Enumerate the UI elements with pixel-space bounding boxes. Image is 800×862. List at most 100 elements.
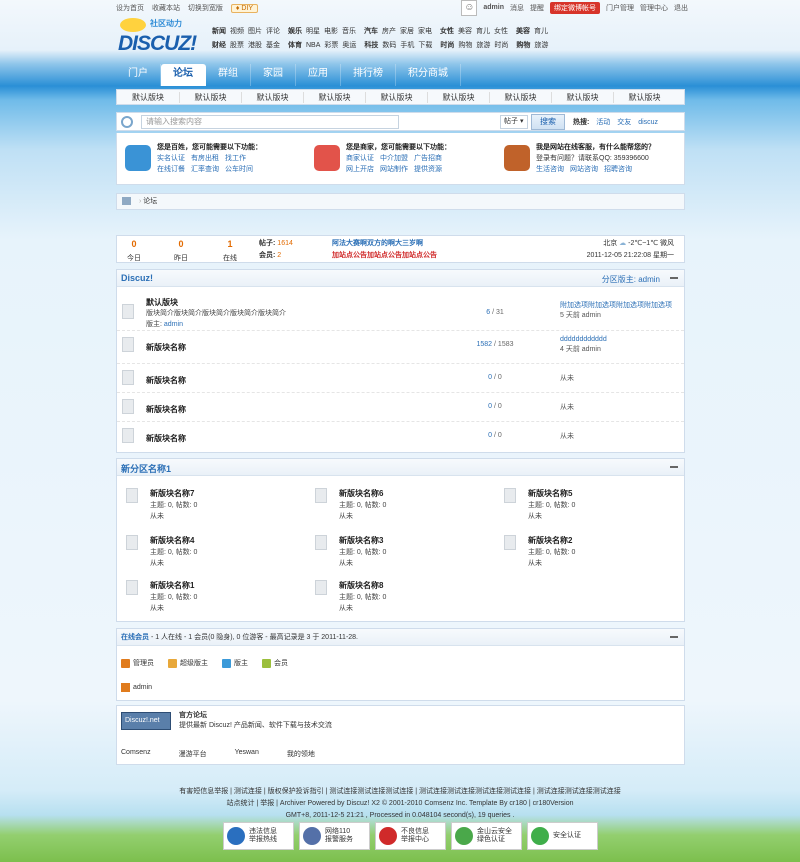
category-link[interactable]: 图片 [248,28,262,35]
search-button[interactable]: 搜索 [531,114,565,130]
subnav-item[interactable]: 默认版块 [551,91,613,103]
search-type-select[interactable]: 帖子 ▾ [500,115,528,129]
nav-groups[interactable]: 群组 [206,64,251,86]
moderator-link[interactable]: admin [164,321,183,328]
promo-link[interactable]: 提供资源 [414,166,442,173]
discuz-net-badge[interactable]: Discuz!.net [121,712,171,730]
collapse-icon[interactable] [670,636,678,638]
category-link[interactable]: 基金 [266,42,280,49]
category-link[interactable]: 育儿 [476,28,490,35]
username-link[interactable]: admin [483,4,504,11]
cert-badge[interactable]: 不良信息 举报中心 [375,822,446,850]
announcement-link[interactable]: 加站点公告加站点公告加站点公告 [332,250,437,262]
forum-name[interactable]: 新版块名称1 [150,580,194,591]
group-moderator[interactable]: 分区版主: admin [602,274,660,285]
forum-name[interactable]: 新版块名称7 [150,488,194,499]
category-link[interactable]: 港股 [248,42,262,49]
friend-link[interactable]: Comsenz [121,749,151,759]
forum-name[interactable]: 默认版块 [146,297,178,308]
category-link[interactable]: 下载 [418,42,432,49]
category-link[interactable]: 手机 [400,42,414,49]
hot-search-link[interactable]: discuz [638,119,658,126]
thread-count[interactable]: 6 [486,309,490,316]
breadcrumb-current[interactable]: 论坛 [143,198,157,205]
promo-link[interactable]: 在线订餐 [157,166,185,173]
promo-link[interactable]: 找工作 [225,155,246,162]
category-link[interactable]: 评论 [266,28,280,35]
category-link[interactable]: 音乐 [342,28,356,35]
promo-link[interactable]: 网站咨询 [570,166,598,173]
category-link[interactable]: 股票 [230,42,244,49]
promo-link[interactable]: 中介加盟 [380,155,408,162]
hot-search-link[interactable]: 活动 [596,119,610,126]
subnav-item[interactable]: 默认版块 [303,91,365,103]
forum-name[interactable]: 新版块名称8 [339,580,383,591]
messages-link[interactable]: 消息 [510,3,524,13]
cert-badge[interactable]: 网络110 报警服务 [299,822,370,850]
forum-name[interactable]: 新版块名称 [146,404,186,415]
online-user-name[interactable]: admin [133,684,152,691]
nav-forum[interactable]: 论坛 [161,64,206,86]
reminders-link[interactable]: 提醒 [530,3,544,13]
collapse-icon[interactable] [670,277,678,279]
forum-name[interactable]: 新版块名称 [146,433,186,444]
category-link[interactable]: 时尚 [440,42,454,49]
category-link[interactable]: 家居 [400,28,414,35]
category-link[interactable]: 女性 [440,28,454,35]
thread-count[interactable]: 1582 [476,341,492,348]
subnav-item[interactable]: 默认版块 [613,91,675,103]
admin-center-link[interactable]: 管理中心 [640,3,668,13]
thread-count[interactable]: 0 [488,403,492,410]
footer-links[interactable]: 有害短信息举报 | 测试连接 | 版权保护投诉指引 | 测试连接测试连接测试连接… [0,786,800,798]
bookmark-link[interactable]: 收藏本站 [152,5,180,12]
forum-group-title[interactable]: Discuz! [121,273,153,283]
subnav-item[interactable]: 默认版块 [117,92,179,103]
last-post-link[interactable]: dddddddddddd [560,335,607,345]
category-link[interactable]: NBA [306,42,320,49]
category-link[interactable]: 数码 [382,42,396,49]
category-link[interactable]: 汽车 [364,28,378,35]
cert-badge[interactable]: 安全认证 [527,822,598,850]
last-post-link[interactable]: 附加选项附加选项附加选项附加选项 [560,301,672,311]
subnav-item[interactable]: 默认版块 [241,91,303,103]
forum-name[interactable]: 新版块名称 [146,342,186,353]
online-user[interactable]: admin [121,683,152,692]
cert-badge[interactable]: 金山云安全 绿色认证 [451,822,522,850]
category-link[interactable]: 购物 [458,42,472,49]
friend-link[interactable]: 我的领地 [287,749,315,759]
nav-portal[interactable]: 门户 [116,64,161,86]
promo-link[interactable]: 有房出租 [191,155,219,162]
category-link[interactable]: 家电 [418,28,432,35]
category-link[interactable]: 奥运 [342,42,356,49]
bind-weibo-button[interactable]: 绑定微博帐号 [550,1,600,14]
category-link[interactable]: 视频 [230,28,244,35]
category-link[interactable]: 明星 [306,28,320,35]
category-link[interactable]: 旅游 [476,42,490,49]
set-home-link[interactable]: 设为首页 [116,5,144,12]
forum-group-title[interactable]: 新分区名称1 [121,462,171,475]
category-link[interactable]: 旅游 [534,42,548,49]
thread-count[interactable]: 0 [488,432,492,439]
category-link[interactable]: 体育 [288,42,302,49]
nav-home[interactable]: 家园 [251,64,296,86]
category-link[interactable]: 女性 [494,28,508,35]
forum-name[interactable]: 新版块名称 [146,375,186,386]
nav-points-mall[interactable]: 积分商城 [396,64,461,86]
announcement-link[interactable]: 阿法大赛啊双方的啊大三岁啊 [332,238,437,250]
home-icon[interactable] [122,197,131,205]
promo-link[interactable]: 公车时间 [225,166,253,173]
portal-admin-link[interactable]: 门户管理 [606,3,634,13]
subnav-item[interactable]: 默认版块 [489,91,551,103]
site-logo[interactable]: 社区动力 DISCUZ! [116,16,197,58]
promo-link[interactable]: 生活咨询 [536,166,564,173]
category-link[interactable]: 娱乐 [288,28,302,35]
category-link[interactable]: 新闻 [212,28,226,35]
subnav-item[interactable]: 默认版块 [179,91,241,103]
promo-link[interactable]: 招聘咨询 [604,166,632,173]
promo-link[interactable]: 实名认证 [157,155,185,162]
forum-name[interactable]: 新版块名称5 [528,488,572,499]
subnav-item[interactable]: 默认版块 [427,91,489,103]
promo-link[interactable]: 广告招商 [414,155,442,162]
promo-link[interactable]: 网站制作 [380,166,408,173]
nav-apps[interactable]: 应用 [296,64,341,86]
